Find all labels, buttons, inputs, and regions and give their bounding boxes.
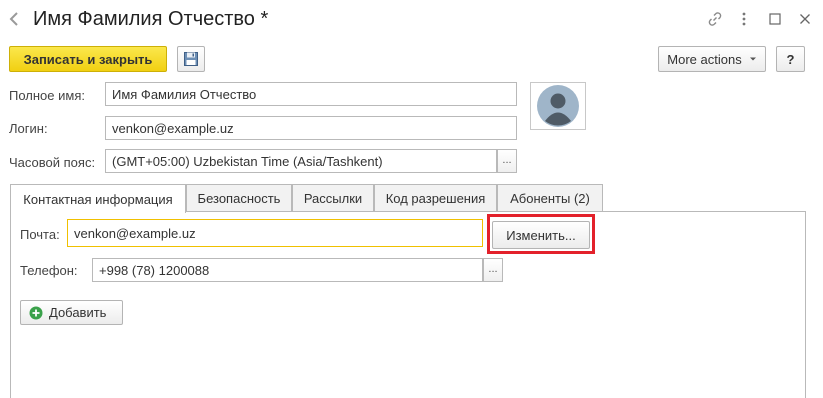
add-contact-button[interactable]: Добавить: [20, 300, 123, 325]
email-label: Почта:: [20, 227, 60, 242]
timezone-select-label: ...: [502, 154, 512, 166]
vertical-dots-icon[interactable]: [734, 9, 754, 29]
save-and-close-button[interactable]: Записать и закрыть: [9, 46, 167, 72]
tab-contact-info[interactable]: Контактная информация: [10, 184, 186, 213]
floppy-disk-icon: [184, 52, 198, 66]
help-button[interactable]: ?: [776, 46, 805, 72]
full-name-field[interactable]: Имя Фамилия Отчество: [105, 82, 517, 106]
tab-subscribers-label: Абоненты (2): [510, 191, 590, 206]
phone-select-label: ...: [488, 263, 498, 275]
tab-contact-info-label: Контактная информация: [23, 191, 173, 207]
help-label: ?: [786, 51, 795, 67]
save-and-close-label: Записать и закрыть: [23, 51, 153, 67]
more-actions-button[interactable]: More actions: [658, 46, 766, 72]
timezone-select-button[interactable]: ...: [497, 149, 517, 173]
tab-security[interactable]: Безопасность: [186, 184, 292, 212]
login-value: venkon@example.uz: [112, 120, 234, 136]
avatar[interactable]: [530, 82, 586, 130]
title-bar: Имя Фамилия Отчество *: [0, 0, 823, 38]
full-name-value: Имя Фамилия Отчество: [112, 86, 257, 102]
tab-subscribers[interactable]: Абоненты (2): [497, 184, 603, 212]
tab-permission-code-label: Код разрешения: [385, 191, 486, 206]
change-email-label: Изменить...: [506, 227, 576, 243]
change-email-button[interactable]: Изменить...: [492, 221, 590, 249]
add-contact-label: Добавить: [49, 305, 107, 320]
phone-field[interactable]: +998 (78) 1200088: [92, 258, 483, 282]
phone-value: +998 (78) 1200088: [99, 262, 210, 278]
timezone-field[interactable]: (GMT+05:00) Uzbekistan Time (Asia/Tashke…: [105, 149, 497, 173]
tab-mailings-label: Рассылки: [303, 191, 363, 206]
maximize-icon[interactable]: [765, 9, 785, 29]
close-icon[interactable]: [795, 9, 815, 29]
full-name-label: Полное имя:: [9, 88, 85, 103]
plus-circle-icon: [29, 306, 43, 319]
login-field[interactable]: venkon@example.uz: [105, 116, 517, 140]
user-avatar-icon: [537, 85, 579, 127]
tab-security-label: Безопасность: [197, 191, 281, 206]
save-button[interactable]: [177, 46, 205, 72]
back-arrow-icon[interactable]: [4, 8, 24, 30]
phone-label: Телефон:: [20, 263, 78, 278]
tab-permission-code[interactable]: Код разрешения: [374, 184, 497, 212]
more-actions-label: More actions: [667, 51, 742, 67]
tab-mailings[interactable]: Рассылки: [292, 184, 374, 212]
timezone-value: (GMT+05:00) Uzbekistan Time (Asia/Tashke…: [112, 153, 383, 169]
window-title: Имя Фамилия Отчество *: [33, 8, 269, 30]
caret-down-icon: [749, 57, 756, 61]
phone-select-button[interactable]: ...: [483, 258, 503, 282]
email-field[interactable]: venkon@example.uz: [67, 219, 483, 247]
timezone-label: Часовой пояс:: [9, 155, 96, 170]
email-value: venkon@example.uz: [74, 225, 196, 241]
link-icon[interactable]: [705, 9, 725, 29]
login-label: Логин:: [9, 121, 48, 136]
